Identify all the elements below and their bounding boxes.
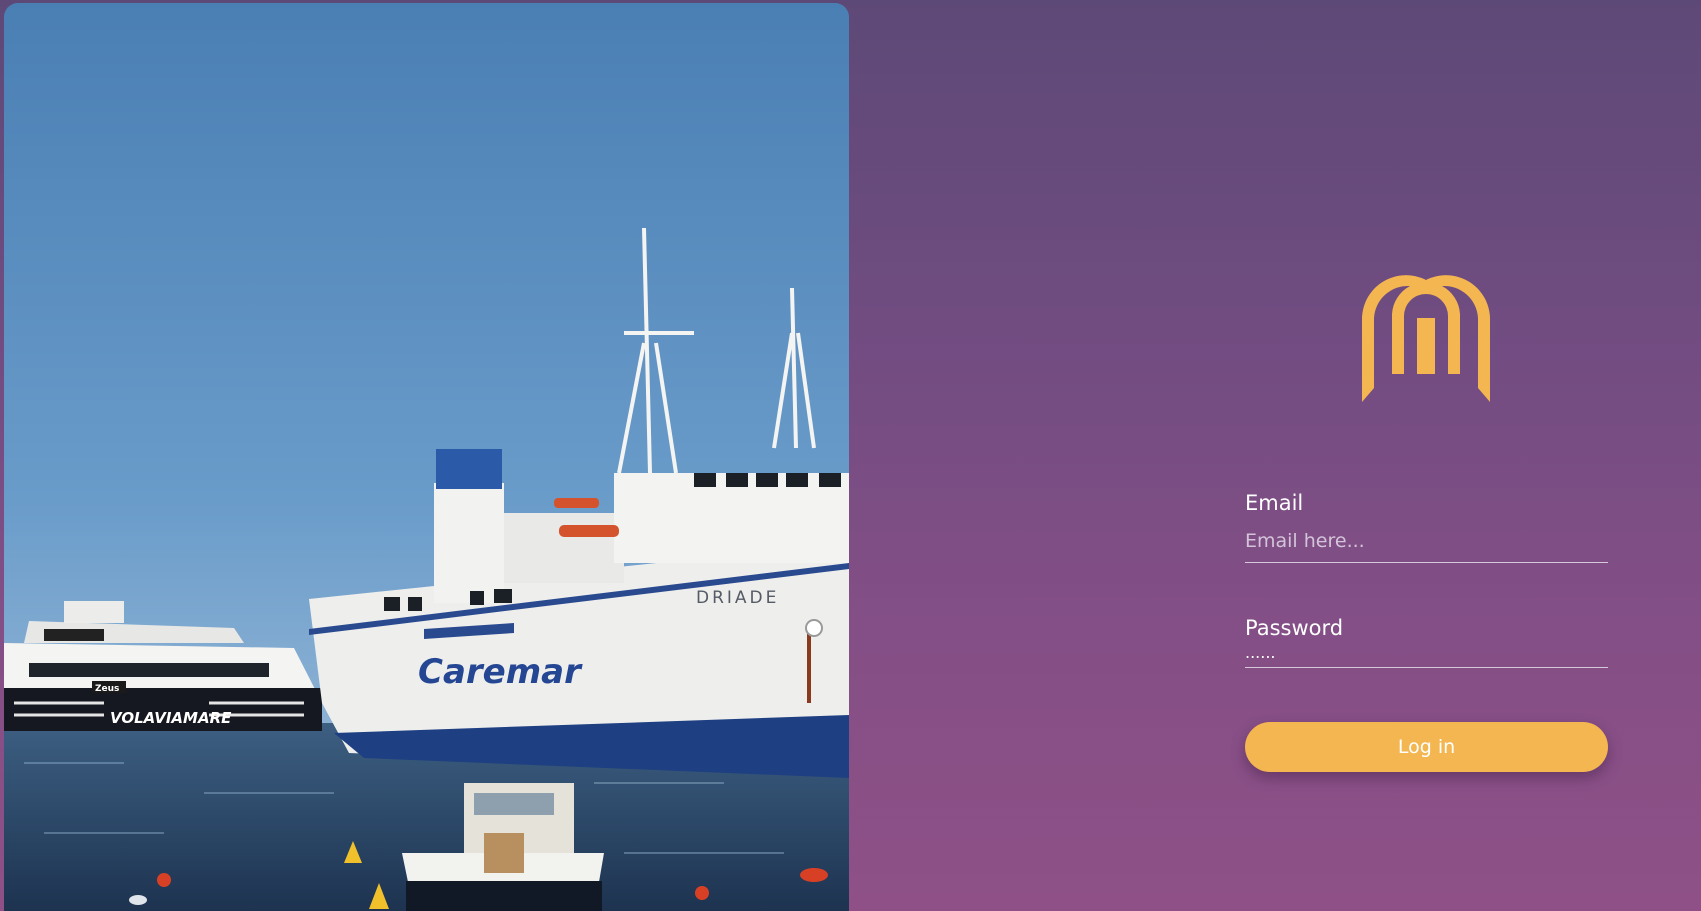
password-label: Password [1245,616,1344,640]
hydrofoil-line-lettering: VOLAVIAMARE [110,709,232,727]
login-form: Email Password Log in [1245,490,1608,772]
hydrofoil-name-lettering: Zeus [95,684,119,694]
m-arch-logo-icon [1362,275,1490,402]
login-button[interactable]: Log in [1245,722,1608,772]
email-input[interactable] [1245,527,1608,563]
ferry-name-lettering: DRIADE [696,588,779,608]
harbor-photo: VOLAVIAMARE Zeus Caremar DRIADE [4,3,849,911]
ferry-brand-lettering: Caremar [418,652,583,692]
email-label: Email [1245,491,1304,515]
password-input[interactable] [1245,642,1608,668]
